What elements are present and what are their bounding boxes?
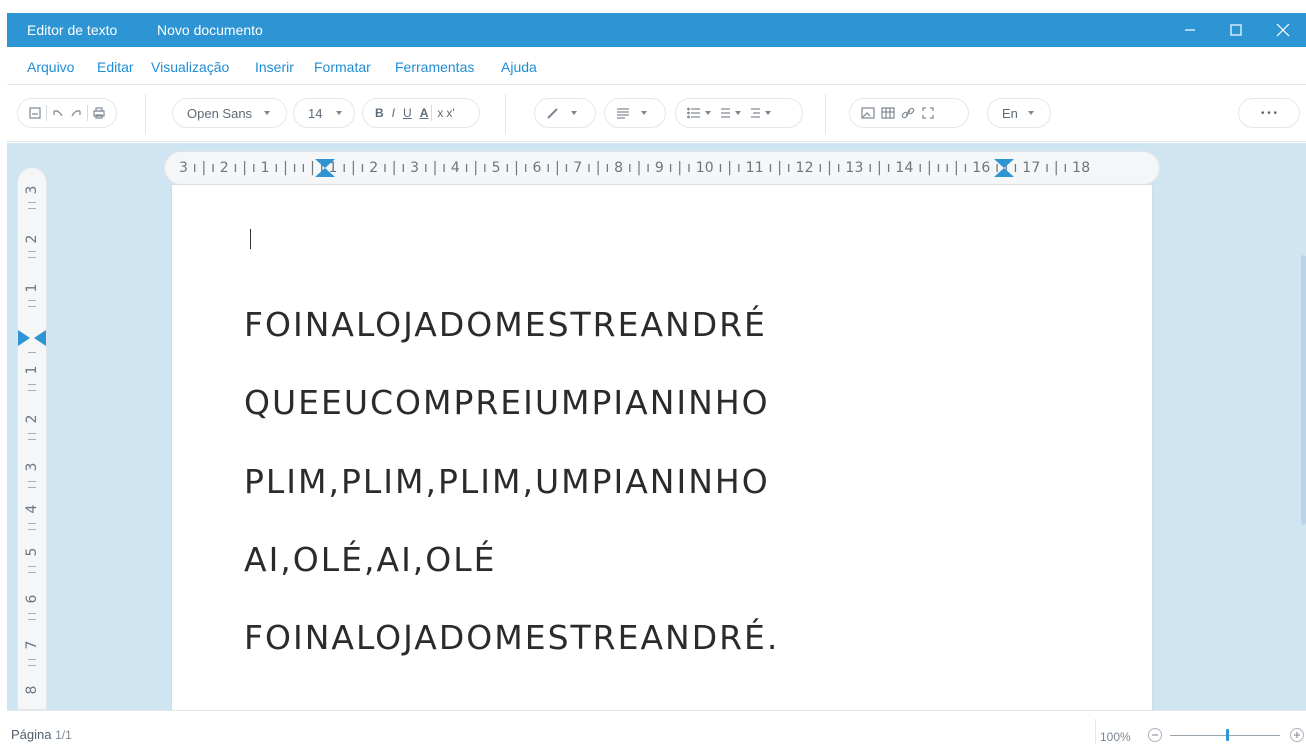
vertical-ruler-number: 2	[24, 414, 40, 424]
menu-inserir[interactable]: Inserir	[255, 59, 294, 75]
status-bar: Página 1/1 100%	[7, 710, 1306, 744]
menu-arquivo[interactable]: Arquivo	[27, 59, 74, 75]
vertical-ruler-number: 3	[24, 185, 40, 195]
more-icon: • • •	[1260, 107, 1278, 119]
menu-bar: Arquivo Editar Visualização Inserir Form…	[7, 47, 1306, 85]
subscript-button[interactable]: x	[437, 106, 443, 120]
document-line[interactable]: QUEEUCOMPREIUMPIANINHO	[244, 383, 770, 422]
right-indent-marker[interactable]	[994, 159, 1014, 177]
redo-icon[interactable]	[67, 103, 84, 123]
document-line[interactable]: FOINALOJADOMESTREANDRÉ	[244, 305, 767, 344]
font-color-button[interactable]: A	[420, 106, 429, 120]
vertical-ruler-number: 5	[24, 547, 40, 557]
toolbar: Open Sans 14 B I U A x x' En • • •	[7, 86, 1306, 142]
vertical-ruler-number: 4	[24, 504, 40, 514]
multilevel-list-icon[interactable]	[744, 103, 764, 123]
table-icon[interactable]	[878, 103, 898, 123]
left-indent-marker[interactable]	[315, 159, 335, 177]
close-button[interactable]	[1260, 13, 1306, 47]
font-family-value: Open Sans	[187, 105, 253, 121]
zoom-out-button[interactable]	[1148, 728, 1162, 742]
bold-button[interactable]: B	[375, 106, 384, 120]
minimize-icon	[1185, 29, 1195, 31]
text-editor-window: Editor de texto Novo documento Arquivo E…	[0, 0, 1306, 744]
menu-formatar[interactable]: Formatar	[314, 59, 371, 75]
menu-editar[interactable]: Editar	[97, 59, 134, 75]
zoom-slider-thumb[interactable]	[1226, 729, 1229, 741]
list-group	[675, 98, 803, 128]
underline-button[interactable]: U	[403, 106, 412, 120]
page-indicator: Página 1/1	[11, 727, 72, 742]
vertical-ruler-number: 7	[24, 640, 40, 650]
menu-ajuda[interactable]: Ajuda	[501, 59, 537, 75]
vertical-ruler[interactable]: 3 2 1 1 2 3 4 5 6 7 8	[17, 167, 47, 710]
app-name: Editor de texto	[27, 22, 118, 38]
menu-ferramentas[interactable]: Ferramentas	[395, 59, 474, 75]
text-cursor	[250, 229, 251, 249]
top-margin-marker[interactable]	[18, 330, 46, 346]
maximize-icon	[1230, 24, 1242, 36]
font-family-select[interactable]: Open Sans	[172, 98, 287, 128]
pen-icon	[543, 103, 563, 123]
minus-icon	[1152, 734, 1158, 736]
chevron-down-icon	[735, 111, 741, 115]
image-icon[interactable]	[858, 103, 878, 123]
superscript-button[interactable]: x'	[446, 106, 454, 120]
text-style-group: B I U A x x'	[362, 98, 480, 128]
font-size-select[interactable]: 14	[293, 98, 355, 128]
page-count: 1/1	[55, 728, 72, 742]
document-line[interactable]: PLIM,PLIM,PLIM,UMPIANINHO	[244, 462, 770, 501]
align-left-icon	[613, 103, 633, 123]
italic-button[interactable]: I	[392, 106, 395, 120]
language-select[interactable]: En	[987, 98, 1051, 128]
title-bar: Editor de texto Novo documento	[7, 13, 1306, 47]
chevron-down-icon	[765, 111, 771, 115]
horizontal-ruler[interactable]: 3 ı | ı 2 ı | ı 1 ı | ı ı | ı 1 ı | ı 2 …	[164, 151, 1160, 185]
menu-visualizacao[interactable]: Visualização	[151, 59, 229, 75]
chevron-down-icon	[571, 111, 577, 115]
chevron-down-icon	[705, 111, 711, 115]
close-icon	[1276, 23, 1290, 37]
vertical-ruler-number: 1	[24, 365, 40, 375]
link-icon[interactable]	[898, 103, 918, 123]
document-page[interactable]: FOINALOJADOMESTREANDRÉ QUEEUCOMPREIUMPIA…	[172, 185, 1152, 710]
minimize-button[interactable]	[1167, 13, 1213, 47]
fullscreen-icon[interactable]	[918, 103, 938, 123]
chevron-down-icon	[264, 111, 271, 115]
language-value: En	[1002, 105, 1018, 121]
file-actions-group	[17, 98, 117, 128]
zoom-slider[interactable]	[1170, 735, 1280, 736]
plus-icon	[1294, 732, 1300, 738]
numbered-list-icon[interactable]	[714, 103, 734, 123]
font-size-value: 14	[308, 105, 323, 121]
page-label: Página	[11, 727, 52, 742]
align-select[interactable]	[604, 98, 666, 128]
document-line[interactable]: AI,OLÉ,AI,OLÉ	[244, 540, 497, 579]
vertical-ruler-number: 1	[24, 283, 40, 293]
more-options-button[interactable]: • • •	[1238, 98, 1300, 128]
chevron-down-icon	[336, 111, 343, 115]
zoom-level: 100%	[1100, 730, 1131, 744]
vertical-scrollbar[interactable]	[1301, 255, 1306, 525]
vertical-ruler-number: 6	[24, 594, 40, 604]
document-line[interactable]: FOINALOJADOMESTREANDRÉ.	[244, 618, 779, 657]
vertical-ruler-number: 8	[24, 685, 40, 695]
zoom-in-button[interactable]	[1290, 728, 1304, 742]
document-name: Novo documento	[157, 22, 263, 38]
vertical-ruler-number: 3	[24, 462, 40, 472]
print-icon[interactable]	[91, 103, 108, 123]
maximize-button[interactable]	[1213, 13, 1259, 47]
workspace: 3 ı | ı 2 ı | ı 1 ı | ı ı | ı 1 ı | ı 2 …	[7, 143, 1306, 710]
insert-group	[849, 98, 969, 128]
chevron-down-icon	[1027, 111, 1034, 115]
highlight-select[interactable]	[534, 98, 596, 128]
bullet-list-icon[interactable]	[684, 103, 704, 123]
undo-icon[interactable]	[50, 103, 67, 123]
vertical-ruler-number: 2	[24, 234, 40, 244]
save-icon[interactable]	[26, 103, 43, 123]
chevron-down-icon	[641, 111, 647, 115]
